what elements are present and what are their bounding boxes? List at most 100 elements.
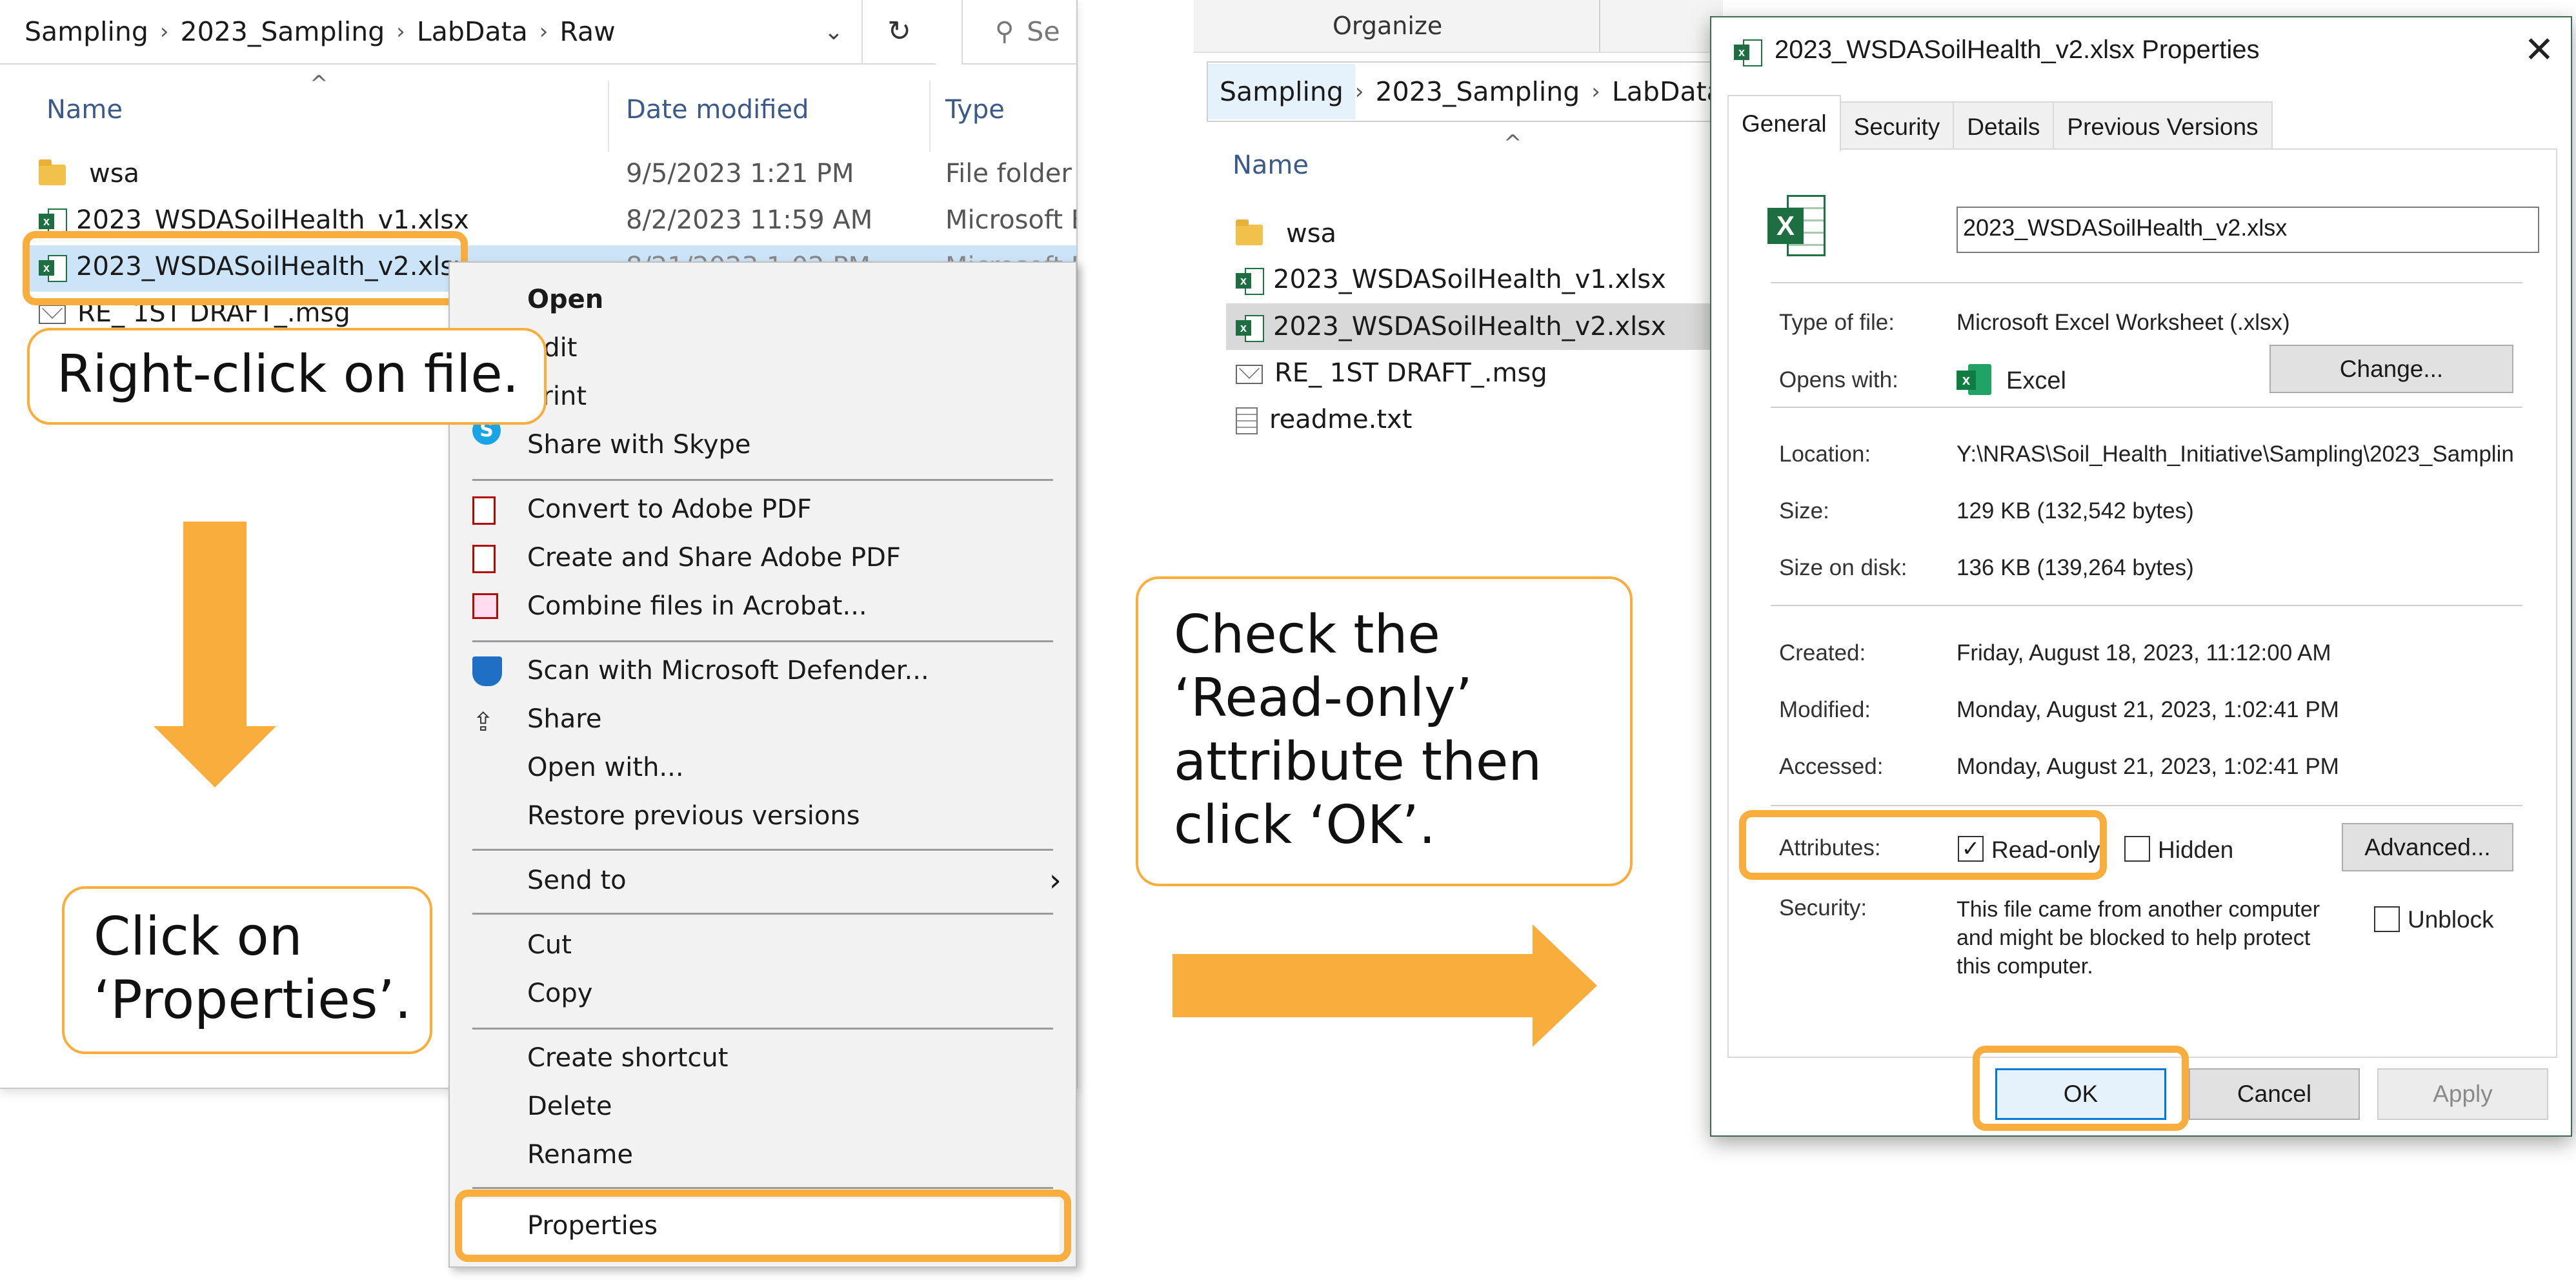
readonly-highlight-box [1739, 810, 2107, 880]
menu-item-copy[interactable]: Copy [527, 970, 592, 1018]
menu-item-share[interactable]: Share [527, 695, 601, 744]
callout-properties: Click on ‘Properties’. [62, 886, 432, 1054]
toolbar-divider [1599, 0, 1600, 52]
column-header-date[interactable]: Date modified [626, 90, 809, 129]
defender-shield-icon [472, 656, 502, 686]
menu-item-combine-acrobat[interactable]: Combine files in Acrobat... [527, 582, 867, 631]
file-row-v2[interactable]: x 2023_WSDASoilHealth_v2.xlsx [1236, 305, 1666, 348]
file-name: wsa [89, 159, 140, 188]
mail-icon [39, 305, 66, 324]
menu-item-delete[interactable]: Delete [527, 1082, 612, 1131]
breadcrumb-2023-sampling[interactable]: 2023_Sampling [169, 16, 397, 47]
right-file-explorer: Organize Sampling › 2023_Sampling › LabD… [1194, 0, 1723, 503]
search-input[interactable]: ⚲ Se [961, 0, 1076, 65]
filename-input[interactable]: 2023_WSDASoilHealth_v2.xlsx [1957, 207, 2539, 253]
address-bar[interactable]: Sampling › 2023_Sampling › LabData › Raw [0, 0, 936, 65]
mail-icon [1236, 365, 1263, 384]
menu-item-open[interactable]: Open [527, 276, 603, 324]
created-label: Created: [1779, 640, 1866, 665]
breadcrumb-raw[interactable]: Raw [548, 16, 627, 47]
file-row-readme[interactable]: readme.txt [1236, 398, 1412, 441]
unblock-checkbox[interactable] [2374, 906, 2400, 932]
file-name: 2023_WSDASoilHealth_v1.xlsx [1273, 265, 1666, 294]
tab-previous-versions[interactable]: Previous Versions [2053, 101, 2273, 151]
breadcrumb-labdata[interactable]: LabData [1600, 76, 1723, 107]
opens-with-label: Opens with: [1779, 367, 1898, 392]
breadcrumb-labdata[interactable]: LabData [405, 16, 539, 47]
apply-button[interactable]: Apply [2377, 1068, 2548, 1120]
menu-item-open-with[interactable]: Open with... [527, 744, 684, 792]
file-row-wsa[interactable]: wsa [1236, 212, 1336, 255]
created-value: Friday, August 18, 2023, 11:12:00 AM [1957, 640, 2331, 665]
callout-line: attribute then [1174, 731, 1542, 793]
menu-item-share-skype[interactable]: Share with Skype [527, 421, 751, 469]
organize-label[interactable]: Organize [1333, 12, 1442, 40]
menu-item-scan-defender[interactable]: Scan with Microsoft Defender... [527, 647, 929, 695]
menu-item-restore-versions[interactable]: Restore previous versions [527, 792, 860, 840]
callout-check-readonly: Check the ‘Read-only’ attribute then cli… [1136, 576, 1633, 886]
arrow-down-icon [154, 726, 276, 787]
column-divider[interactable] [608, 81, 609, 152]
menu-separator [472, 1028, 1053, 1030]
size-label: Size: [1779, 498, 1829, 523]
unblock-label[interactable]: Unblock [2408, 906, 2494, 933]
chevron-right-icon: › [396, 19, 405, 45]
column-header-name[interactable]: Name [1233, 150, 1309, 180]
menu-separator [472, 1187, 1053, 1189]
type-label: Type of file: [1779, 310, 1895, 335]
excel-large-icon: X [1767, 192, 1826, 259]
column-divider[interactable] [929, 81, 931, 152]
file-type: Microsoft E [945, 205, 1078, 235]
file-name: 2023_WSDASoilHealth_v2.xlsx [1273, 312, 1666, 341]
menu-item-rename[interactable]: Rename [527, 1131, 633, 1179]
menu-item-convert-pdf[interactable]: Convert to Adobe PDF [527, 485, 812, 534]
menu-item-cut[interactable]: Cut [527, 921, 572, 970]
callout-line: ‘Properties’. [94, 970, 412, 1031]
address-bar[interactable]: Sampling › 2023_Sampling › LabData [1207, 61, 1723, 122]
close-icon[interactable]: ✕ [2517, 27, 2562, 72]
tab-strip: General Security Details Previous Versio… [1727, 95, 2273, 151]
column-header-name[interactable]: Name [46, 90, 123, 129]
chevron-down-icon[interactable]: ⌄ [814, 14, 853, 50]
file-highlight-box [23, 231, 468, 305]
breadcrumb-sampling[interactable]: Sampling [1208, 64, 1355, 119]
menu-item-send-to[interactable]: Send to [527, 857, 627, 905]
location-value: Y:\NRAS\Soil_Health_Initiative\Sampling\… [1957, 442, 2514, 467]
text-file-icon [1236, 407, 1258, 434]
file-row-wsa[interactable]: wsa [39, 152, 139, 195]
adobe-pdf-icon [472, 545, 496, 573]
dialog-title: 2023_WSDASoilHealth_v2.xlsx Properties [1775, 36, 2260, 64]
chevron-right-icon: › [539, 19, 548, 45]
tab-details[interactable]: Details [1953, 101, 2055, 151]
breadcrumb-sampling[interactable]: Sampling [0, 16, 160, 47]
hidden-checkbox[interactable] [2124, 836, 2150, 862]
advanced-button[interactable]: Advanced... [2342, 823, 2513, 871]
size-value: 129 KB (132,542 bytes) [1957, 498, 2194, 523]
ok-highlight-box [1973, 1046, 2189, 1131]
excel-file-icon: x [1734, 38, 1762, 66]
breadcrumb-2023-sampling[interactable]: 2023_Sampling [1364, 76, 1592, 107]
acrobat-combine-icon [472, 593, 498, 619]
hidden-label[interactable]: Hidden [2158, 837, 2233, 864]
type-value: Microsoft Excel Worksheet (.xlsx) [1957, 310, 2290, 335]
menu-item-create-shortcut[interactable]: Create shortcut [527, 1034, 728, 1082]
callout-line: Check the [1174, 604, 1440, 665]
cancel-button[interactable]: Cancel [2189, 1068, 2360, 1120]
change-button[interactable]: Change... [2269, 345, 2513, 393]
security-label: Security: [1779, 895, 1867, 920]
sort-ascending-icon: ^ [1504, 130, 1522, 156]
chevron-right-icon: › [1591, 79, 1600, 105]
dialog-titlebar[interactable]: x 2023_WSDASoilHealth_v2.xlsx Properties… [1711, 17, 2571, 85]
location-label: Location: [1779, 442, 1871, 467]
file-row-msg[interactable]: RE_ 1ST DRAFT_.msg [1236, 352, 1547, 394]
refresh-icon[interactable]: ↻ [861, 0, 936, 63]
security-line: This file came from another computer [1957, 897, 2320, 922]
tab-security[interactable]: Security [1839, 101, 1955, 151]
menu-item-create-share-pdf[interactable]: Create and Share Adobe PDF [527, 534, 901, 582]
search-icon: ⚲ [995, 17, 1014, 46]
arrow-right-shaft [1172, 954, 1540, 1017]
column-header-type[interactable]: Type [945, 90, 1005, 129]
file-row-v1[interactable]: x 2023_WSDASoilHealth_v1.xlsx [1236, 258, 1666, 301]
modified-label: Modified: [1779, 697, 1871, 722]
tab-general[interactable]: General [1727, 95, 1841, 151]
